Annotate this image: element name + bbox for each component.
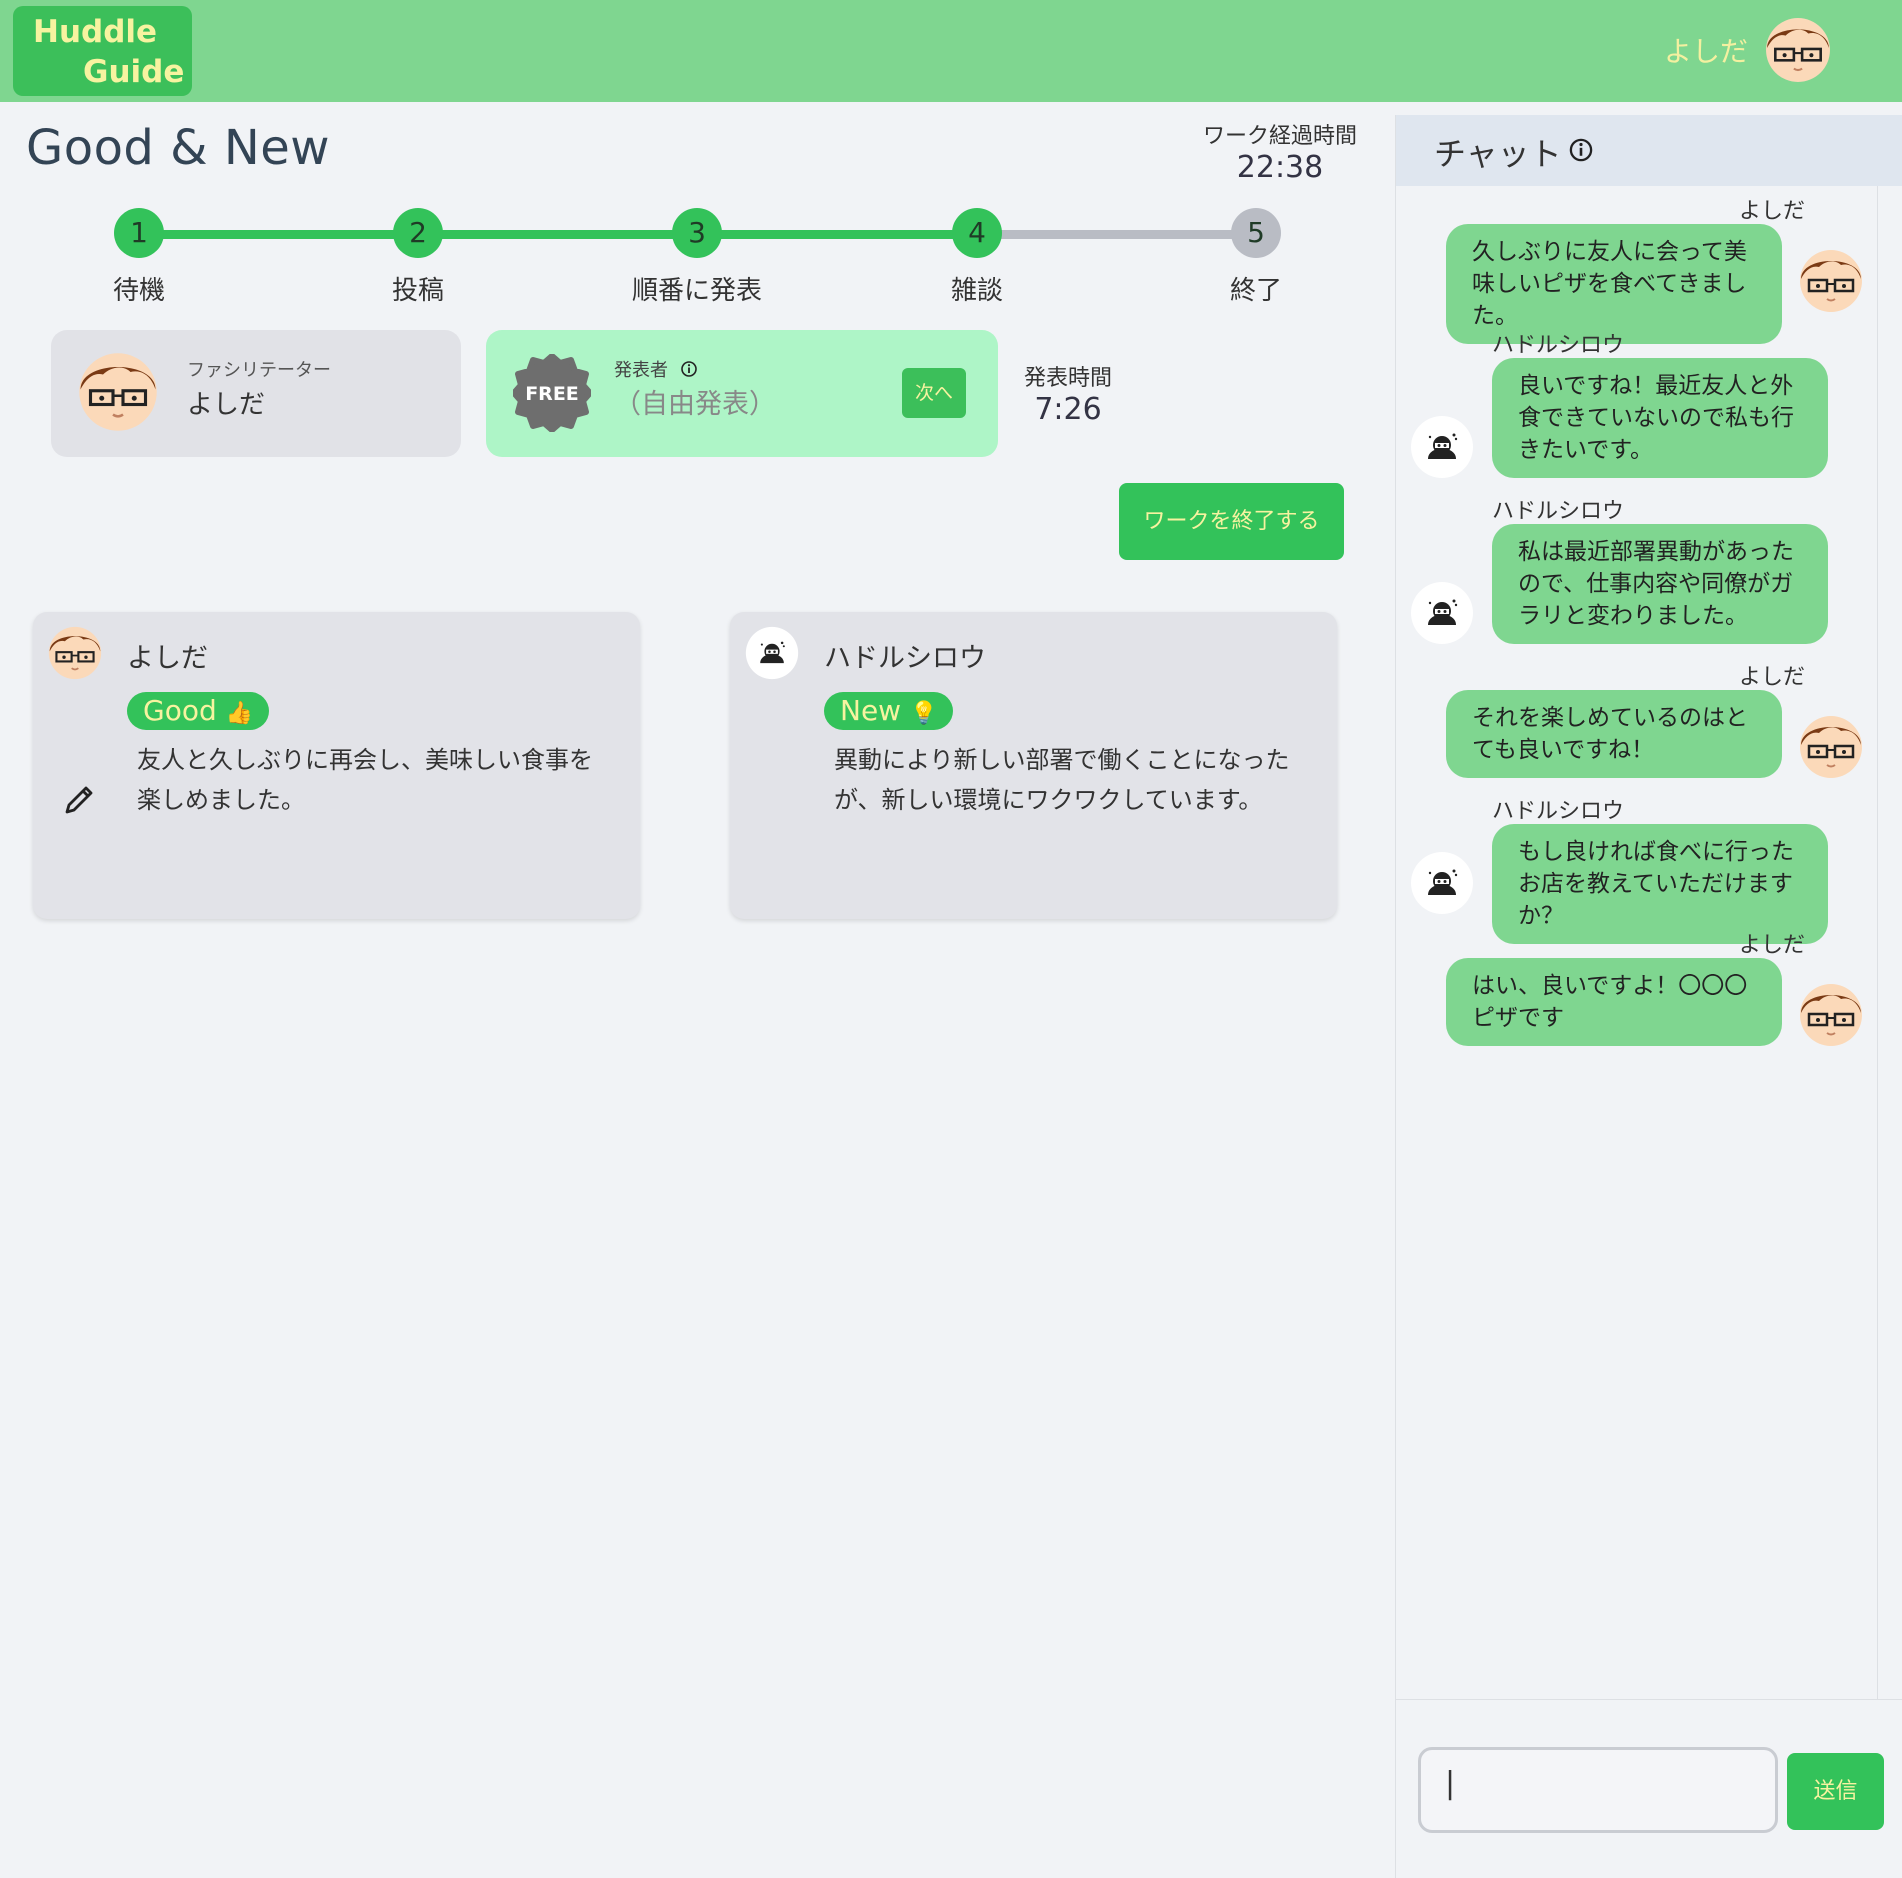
presenter-label: 発表者	[614, 356, 698, 382]
presentation-time-label: 発表時間	[1023, 366, 1112, 391]
step-4-circle: 4	[952, 208, 1002, 258]
presenter-label-text: 発表者	[614, 360, 668, 381]
step-1-label: 待機	[112, 276, 165, 306]
message-avatar-icon	[1411, 416, 1473, 478]
lightbulb-icon: 💡	[909, 701, 938, 726]
step-2-circle: 2	[393, 208, 443, 258]
page-title: Good & New	[26, 120, 331, 176]
send-button[interactable]: 送信	[1787, 1753, 1884, 1830]
step-1-circle: 1	[114, 208, 164, 258]
message-avatar-icon	[1411, 582, 1473, 644]
chat-scrollbar[interactable]	[1877, 186, 1878, 1811]
stepper-line-done	[140, 230, 978, 239]
stepper-line-pending	[978, 230, 1256, 239]
user-avatar-icon[interactable]	[1765, 17, 1831, 83]
message-author: よしだ	[1738, 933, 1805, 958]
facilitator-role-label: ファシリテーター	[187, 360, 331, 381]
message-author: ハドルシロウ	[1492, 499, 1625, 524]
post-author-avatar-icon	[745, 626, 799, 680]
message-avatar-icon	[1411, 852, 1473, 914]
chat-message-bubble: 久しぶりに友人に会って美味しいピザを食べてきました。	[1446, 224, 1782, 344]
step-5-circle: 5	[1231, 208, 1281, 258]
message-avatar-icon	[1799, 249, 1863, 313]
elapsed-time-value: 22:38	[1236, 150, 1324, 185]
top-bar: Huddle Guide よしだ	[0, 0, 1902, 102]
info-icon[interactable]	[680, 360, 698, 378]
post-tag-label: Good	[143, 694, 217, 727]
post-card: よしだ Good 👍 友人と久しぶりに再会し、美味しい食事を楽しめました。	[33, 612, 640, 919]
chat-panel: チャット よしだ 久しぶりに友人に会って美味しいピザを食べてきました。 ハドルシ…	[1395, 115, 1902, 1878]
message-author: よしだ	[1738, 665, 1805, 690]
logo-line1: Huddle	[33, 14, 158, 50]
post-author-avatar-icon	[48, 626, 102, 680]
current-user-name: よしだ	[1663, 35, 1748, 68]
post-author-name: ハドルシロウ	[824, 643, 986, 674]
chat-message-bubble: もし良ければ食べに行ったお店を教えていただけますか？	[1492, 824, 1828, 944]
pencil-icon[interactable]	[61, 782, 97, 818]
next-presenter-button[interactable]: 次へ	[902, 368, 966, 418]
message-author: ハドルシロウ	[1492, 333, 1625, 358]
message-avatar-icon	[1799, 715, 1863, 779]
post-tag-badge: Good 👍	[127, 692, 270, 730]
message-avatar-icon	[1799, 983, 1863, 1047]
free-badge-text: FREE	[525, 383, 579, 405]
chat-message-bubble: 私は最近部署異動があったので、仕事内容や同僚がガラリと変わりました。	[1492, 524, 1828, 644]
post-tag-badge: New 💡	[824, 692, 954, 730]
elapsed-time-label: ワーク経過時間	[1202, 124, 1357, 149]
step-3-circle: 3	[672, 208, 722, 258]
post-author-name: よしだ	[127, 643, 208, 674]
chat-message-bubble: 良いですね！最近友人と外食できていないので私も行きたいです。	[1492, 358, 1828, 478]
step-2-label: 投稿	[391, 276, 444, 306]
chat-title: チャット	[1434, 135, 1562, 173]
step-5-label: 終了	[1229, 276, 1282, 306]
thumbs-up-icon: 👍	[225, 701, 254, 726]
post-text: 異動により新しい部署で働くことになったが、新しい環境にワクワクしています。	[834, 746, 1290, 814]
message-author: よしだ	[1738, 199, 1805, 224]
chat-message-input[interactable]: |	[1418, 1747, 1778, 1833]
presenter-value: （自由発表）	[614, 389, 776, 420]
message-author: ハドルシロウ	[1492, 799, 1625, 824]
info-icon[interactable]	[1568, 137, 1594, 163]
free-badge-icon: FREE	[511, 353, 593, 436]
post-tag-label: New	[840, 694, 902, 727]
end-work-button[interactable]: ワークを終了する	[1119, 483, 1344, 560]
chat-message-bubble: それを楽しめているのはとても良いですね！	[1446, 690, 1782, 778]
post-text: 友人と久しぶりに再会し、美味しい食事を楽しめました。	[137, 746, 593, 814]
step-3-label: 順番に発表	[631, 276, 762, 306]
logo-line2: Guide	[83, 54, 185, 90]
post-card: ハドルシロウ New 💡 異動により新しい部署で働くことになったが、新しい環境に…	[730, 612, 1337, 919]
facilitator-card: ファシリテーター よしだ	[51, 330, 461, 457]
presenter-card: FREE 発表者 （自由発表） 次へ	[486, 330, 998, 457]
chat-input-area: | 送信	[1396, 1699, 1902, 1878]
presentation-time-value: 7:26	[1034, 392, 1102, 427]
chat-header: チャット	[1396, 115, 1902, 186]
facilitator-avatar-icon	[78, 352, 158, 432]
facilitator-name: よしだ	[187, 390, 266, 420]
step-4-label: 雑談	[950, 276, 1003, 306]
app-logo[interactable]: Huddle Guide	[13, 6, 192, 96]
chat-message-bubble: はい、良いですよ！〇〇〇ピザです	[1446, 958, 1782, 1046]
